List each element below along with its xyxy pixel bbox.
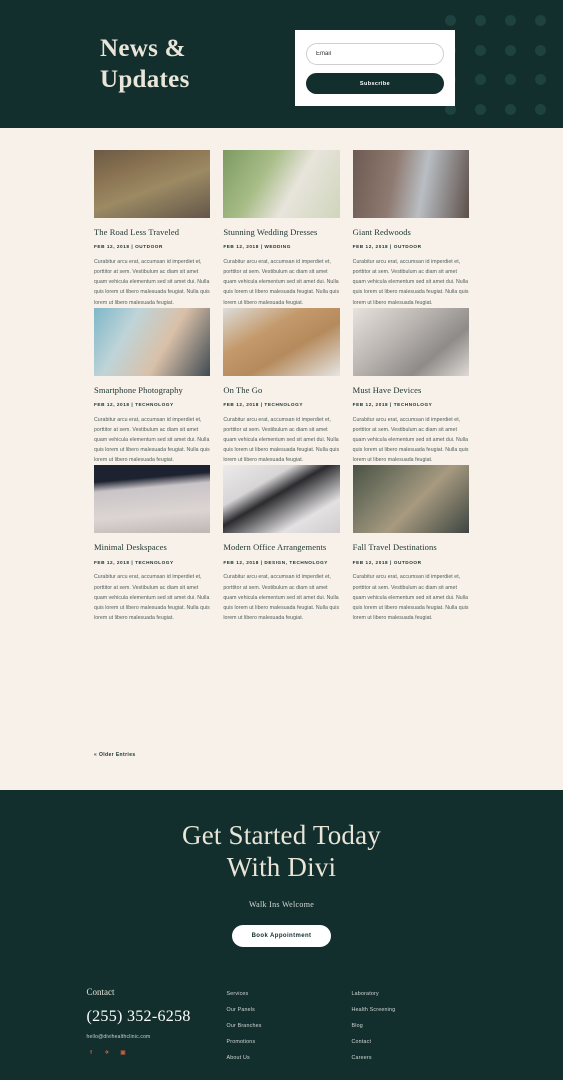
footer-link-promotions[interactable]: Promotions [227, 1039, 352, 1045]
post-meta: FEB 12, 2018 | TECHNOLOGY [94, 402, 174, 408]
post-thumbnail-image[interactable] [94, 150, 211, 218]
blog-post-card[interactable]: The Road Less Traveled FEB 12, 2018 | OU… [94, 150, 211, 308]
cta-subtitle: Walk Ins Welcome [248, 899, 315, 909]
post-excerpt: Curabitur arcu erat, accumsan id imperdi… [94, 574, 210, 621]
post-title[interactable]: Fall Travel Destinations [353, 542, 469, 553]
cta-section: Get Started Today With Divi Walk Ins Wel… [0, 790, 563, 973]
book-appointment-button[interactable]: Book Appointment [231, 924, 332, 947]
footer-link-contact[interactable]: Contact [352, 1039, 477, 1045]
post-meta: FEB 12, 2018 | TECHNOLOGY [94, 559, 174, 565]
footer-link-health-screening[interactable]: Health Screening [352, 1007, 477, 1013]
footer-link-our-branches[interactable]: Our Branches [227, 1023, 352, 1029]
blog-post-card[interactable]: Fall Travel Destinations FEB 12, 2018 | … [352, 465, 469, 623]
cta-title-line-1: Get Started Today [182, 820, 381, 850]
post-meta: FEB 12, 2018 | OUTDOOR [352, 559, 422, 565]
footer-contact-column: Contact (255) 352-6258 hello@divihealthc… [87, 987, 227, 1071]
post-thumbnail-image[interactable] [94, 465, 211, 534]
footer-link-services[interactable]: Services [227, 991, 352, 997]
post-thumbnail-image[interactable] [223, 150, 340, 218]
post-thumbnail-image[interactable] [352, 150, 469, 218]
footer-email[interactable]: hello@divihealthclinic.com [87, 1034, 227, 1040]
post-meta: FEB 12, 2018 | OUTDOOR [352, 244, 422, 250]
post-excerpt: Curabitur arcu erat, accumsan id imperdi… [223, 258, 340, 306]
footer-link-blog[interactable]: Blog [352, 1023, 477, 1029]
blog-post-grid: The Road Less Traveled FEB 12, 2018 | OU… [94, 150, 469, 623]
post-meta: FEB 12, 2018 | WEDDING [223, 244, 291, 250]
post-title[interactable]: On The Go [223, 385, 339, 396]
post-meta: FEB 12, 2018 | DESIGN, TECHNOLOGY [223, 559, 328, 565]
blog-post-card[interactable]: Giant Redwoods FEB 12, 2018 | OUTDOOR Cu… [352, 150, 469, 308]
post-title[interactable]: Stunning Wedding Dresses [223, 227, 339, 238]
blog-post-card[interactable]: Modern Office Arrangements FEB 12, 2018 … [223, 465, 340, 623]
post-title[interactable]: Minimal Deskspaces [94, 542, 210, 553]
footer-links-column-right: Laboratory Health Screening Blog Contact… [352, 987, 477, 1071]
post-excerpt: Curabitur arcu erat, accumsan id imperdi… [223, 574, 340, 621]
newsletter-signup-card: Subscribe [295, 30, 455, 106]
page-root: News & Updates Subscribe The Road Less T… [0, 0, 563, 1080]
blog-post-card[interactable]: Minimal Deskspaces FEB 12, 2018 | TECHNO… [94, 465, 211, 623]
post-title[interactable]: Must Have Devices [353, 385, 469, 396]
post-excerpt: Curabitur arcu erat, accumsan id imperdi… [352, 574, 469, 621]
page-title: News & Updates [100, 33, 280, 96]
older-entries-link[interactable]: « Older Entries [94, 752, 469, 758]
post-meta: FEB 12, 2018 | OUTDOOR [94, 244, 163, 250]
post-meta: FEB 12, 2018 | TECHNOLOGY [223, 402, 303, 408]
blog-section: The Road Less Traveled FEB 12, 2018 | OU… [0, 128, 563, 790]
footer-link-careers[interactable]: Careers [352, 1055, 477, 1061]
post-title[interactable]: Modern Office Arrangements [223, 542, 339, 553]
footer-link-our-panels[interactable]: Our Panels [227, 1007, 352, 1013]
hero-content: News & Updates [0, 0, 563, 128]
page-title-line-1: News & [100, 34, 186, 62]
post-excerpt: Curabitur arcu erat, accumsan id imperdi… [352, 416, 469, 464]
blog-post-card[interactable]: Must Have Devices FEB 12, 2018 | TECHNOL… [352, 307, 469, 466]
cta-title-line-2: With Divi [226, 851, 337, 882]
subscribe-button[interactable]: Subscribe [306, 73, 444, 94]
post-thumbnail-image[interactable] [94, 307, 211, 376]
footer-link-about-us[interactable]: About Us [227, 1055, 352, 1061]
post-title[interactable]: The Road Less Traveled [94, 227, 210, 238]
cta-title: Get Started Today With Divi [0, 820, 563, 884]
blog-post-card[interactable]: Smartphone Photography FEB 12, 2018 | TE… [94, 307, 211, 466]
post-thumbnail-image[interactable] [352, 307, 469, 376]
post-excerpt: Curabitur arcu erat, accumsan id imperdi… [94, 416, 210, 464]
post-title[interactable]: Smartphone Photography [94, 385, 210, 396]
post-thumbnail-image[interactable] [223, 307, 340, 376]
social-links: f ✈ ▣ [87, 1050, 227, 1059]
post-meta: FEB 12, 2018 | TECHNOLOGY [352, 402, 433, 408]
post-thumbnail-image[interactable] [223, 465, 340, 534]
footer-columns: Contact (255) 352-6258 hello@divihealthc… [87, 987, 477, 1071]
email-input[interactable] [306, 43, 444, 65]
twitter-icon[interactable]: ✈ [103, 1050, 112, 1059]
footer-section: Contact (255) 352-6258 hello@divihealthc… [0, 972, 563, 1080]
page-title-line-2: Updates [100, 66, 190, 93]
facebook-icon[interactable]: f [87, 1050, 96, 1059]
post-excerpt: Curabitur arcu erat, accumsan id imperdi… [352, 258, 469, 306]
blog-post-card[interactable]: On The Go FEB 12, 2018 | TECHNOLOGY Cura… [223, 307, 340, 466]
post-excerpt: Curabitur arcu erat, accumsan id imperdi… [223, 416, 340, 464]
post-thumbnail-image[interactable] [352, 465, 469, 534]
copyright-text: Copyright © 2023 Divi. All Rights Reserv… [0, 1071, 563, 1080]
footer-contact-heading: Contact [86, 986, 115, 997]
footer-phone[interactable]: (255) 352-6258 [87, 1008, 227, 1026]
hero-section: News & Updates Subscribe [0, 0, 563, 128]
blog-post-card[interactable]: Stunning Wedding Dresses FEB 12, 2018 | … [223, 150, 340, 308]
footer-links-column-mid: Services Our Panels Our Branches Promoti… [227, 987, 352, 1071]
post-excerpt: Curabitur arcu erat, accumsan id imperdi… [94, 258, 210, 306]
post-title[interactable]: Giant Redwoods [353, 227, 469, 238]
instagram-icon[interactable]: ▣ [119, 1050, 128, 1059]
footer-link-laboratory[interactable]: Laboratory [352, 991, 477, 997]
